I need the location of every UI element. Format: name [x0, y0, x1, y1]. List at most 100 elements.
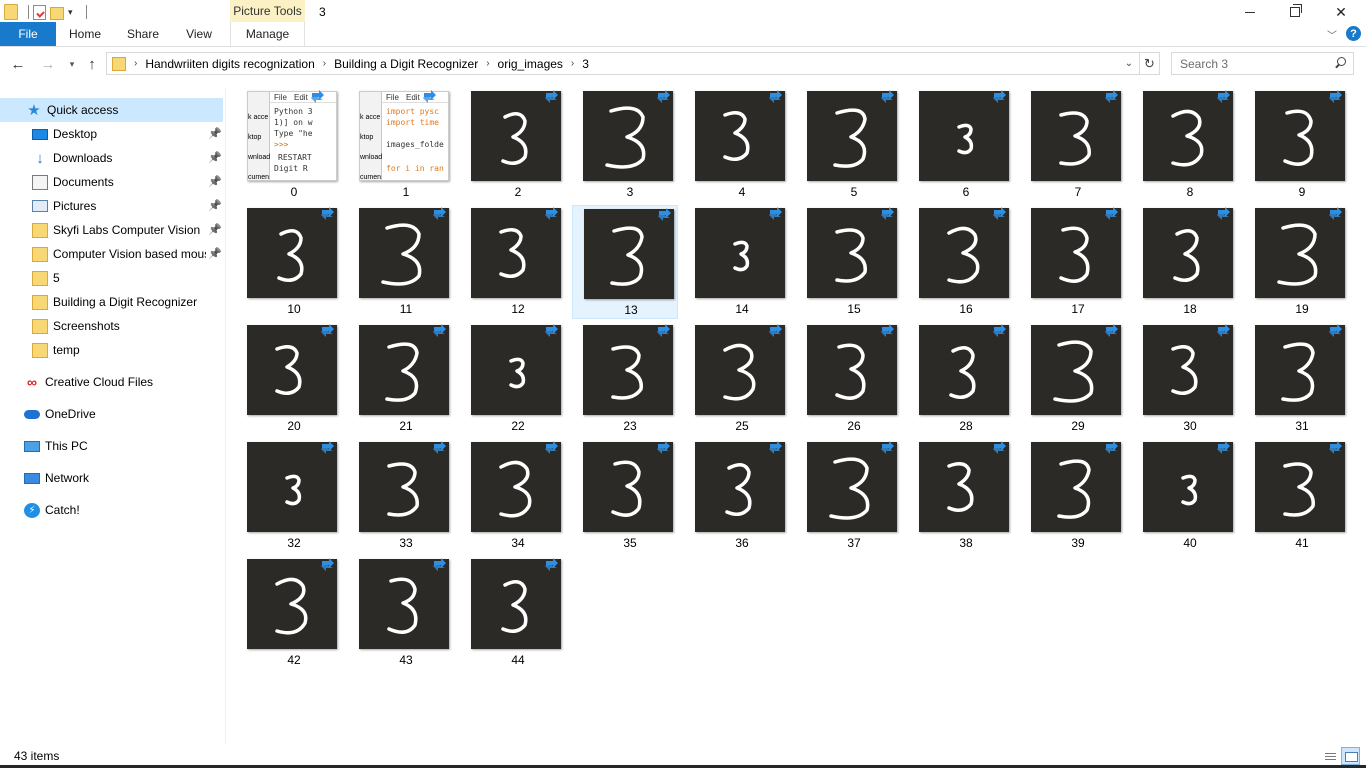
- file-item[interactable]: 13: [572, 205, 678, 319]
- sidebar-item-computer-vision-based-mous[interactable]: Computer Vision based mous 📌: [0, 242, 224, 266]
- breadcrumb-item[interactable]: Handwriiten digits recognization: [145, 57, 314, 71]
- breadcrumb-item[interactable]: 3: [582, 57, 589, 71]
- pin-icon[interactable]: 📌: [208, 247, 222, 261]
- file-item[interactable]: 34: [460, 439, 566, 553]
- breadcrumb-chevron-icon[interactable]: ›: [486, 58, 489, 69]
- file-item[interactable]: 5: [796, 88, 902, 202]
- breadcrumb-chevron-icon[interactable]: ›: [571, 58, 574, 69]
- sidebar-item-network[interactable]: Network: [0, 466, 224, 490]
- help-icon[interactable]: ?: [1346, 26, 1361, 41]
- properties-icon[interactable]: [33, 4, 46, 20]
- recent-locations-button[interactable]: ▾: [62, 54, 82, 74]
- refresh-button[interactable]: ↻: [1140, 52, 1160, 75]
- back-button[interactable]: ←: [8, 54, 28, 74]
- close-button[interactable]: ✕: [1318, 0, 1364, 24]
- sync-status-icon: [769, 324, 782, 337]
- folder-icon[interactable]: [4, 4, 18, 20]
- sidebar-item-downloads[interactable]: ↓ Downloads 📌: [0, 146, 224, 170]
- file-item[interactable]: 12: [460, 205, 566, 319]
- search-input[interactable]: Search 3: [1171, 52, 1354, 75]
- file-item[interactable]: 15: [796, 205, 902, 319]
- sidebar-item-temp[interactable]: temp: [0, 338, 224, 362]
- sidebar-item-screenshots[interactable]: Screenshots: [0, 314, 224, 338]
- file-item[interactable]: 32: [236, 439, 342, 553]
- file-item[interactable]: 9: [1244, 88, 1350, 202]
- file-item[interactable]: 29: [1020, 322, 1126, 436]
- file-item[interactable]: 42: [236, 556, 342, 670]
- pin-icon[interactable]: 📌: [208, 199, 222, 213]
- pin-icon[interactable]: 📌: [208, 175, 222, 189]
- details-view-icon[interactable]: [1321, 748, 1338, 764]
- file-item[interactable]: 7: [1020, 88, 1126, 202]
- file-item[interactable]: 28: [908, 322, 1014, 436]
- breadcrumb-item[interactable]: Building a Digit Recognizer: [334, 57, 478, 71]
- sidebar-item-desktop[interactable]: Desktop 📌: [0, 122, 224, 146]
- expand-ribbon-chevron-icon[interactable]: ﹀: [1324, 26, 1340, 42]
- file-item[interactable]: 21: [348, 322, 454, 436]
- new-folder-icon[interactable]: [50, 6, 64, 20]
- file-item[interactable]: 26: [796, 322, 902, 436]
- restore-button[interactable]: [1272, 0, 1318, 24]
- breadcrumb-item[interactable]: orig_images: [498, 57, 563, 71]
- file-item[interactable]: 41: [1244, 439, 1350, 553]
- tab-home[interactable]: Home: [62, 22, 108, 46]
- sidebar-item-building-a-digit-recognizer[interactable]: Building a Digit Recognizer: [0, 290, 224, 314]
- file-item[interactable]: 17: [1020, 205, 1126, 319]
- file-item[interactable]: 25: [684, 322, 790, 436]
- file-item[interactable]: 11: [348, 205, 454, 319]
- file-item[interactable]: 36: [684, 439, 790, 553]
- sidebar-item-documents[interactable]: Documents 📌: [0, 170, 224, 194]
- file-item[interactable]: 22: [460, 322, 566, 436]
- pin-icon[interactable]: 📌: [208, 151, 222, 165]
- file-item[interactable]: k acce ktop wnload cumen File Edit import pysc…: [348, 88, 454, 202]
- file-item[interactable]: 37: [796, 439, 902, 553]
- up-button[interactable]: ↑: [82, 54, 102, 74]
- file-item[interactable]: 23: [572, 322, 678, 436]
- large-icons-view-icon[interactable]: [1341, 747, 1360, 765]
- tab-manage[interactable]: Manage: [230, 22, 305, 46]
- file-item[interactable]: 4: [684, 88, 790, 202]
- breadcrumb-chevron-icon[interactable]: ›: [134, 58, 137, 69]
- toolbar-divider: [28, 5, 29, 19]
- tab-file[interactable]: File: [0, 22, 56, 46]
- file-item[interactable]: 40: [1132, 439, 1238, 553]
- file-item[interactable]: 35: [572, 439, 678, 553]
- file-item[interactable]: 6: [908, 88, 1014, 202]
- customize-toolbar-chevron-icon[interactable]: ▾: [68, 7, 76, 18]
- tab-share[interactable]: Share: [120, 22, 166, 46]
- breadcrumb-chevron-icon[interactable]: ›: [323, 58, 326, 69]
- file-item[interactable]: k acce ktop wnload cumen File Edit Python 3 1)]…: [236, 88, 342, 202]
- pin-icon[interactable]: 📌: [208, 127, 222, 141]
- file-item[interactable]: 20: [236, 322, 342, 436]
- sidebar-item-skyfi-labs-computer-vision[interactable]: Skyfi Labs Computer Vision 📌: [0, 218, 224, 242]
- sidebar-item-5[interactable]: 5: [0, 266, 224, 290]
- file-item[interactable]: 39: [1020, 439, 1126, 553]
- sidebar-item-pictures[interactable]: Pictures 📌: [0, 194, 224, 218]
- file-item[interactable]: 3: [572, 88, 678, 202]
- file-item[interactable]: 18: [1132, 205, 1238, 319]
- file-item[interactable]: 14: [684, 205, 790, 319]
- file-item[interactable]: 16: [908, 205, 1014, 319]
- pin-icon[interactable]: 📌: [208, 223, 222, 237]
- forward-button[interactable]: →: [38, 54, 58, 74]
- sidebar-item-creative-cloud-files[interactable]: ∞ Creative Cloud Files: [0, 370, 224, 394]
- address-bar[interactable]: › Handwriiten digits recognization › Bui…: [106, 52, 1140, 75]
- search-icon[interactable]: [1334, 57, 1347, 70]
- address-history-chevron-icon[interactable]: ⌄: [1121, 55, 1137, 72]
- file-item[interactable]: 30: [1132, 322, 1238, 436]
- tab-view[interactable]: View: [178, 22, 220, 46]
- sidebar-item-onedrive[interactable]: OneDrive: [0, 402, 224, 426]
- minimize-button[interactable]: [1227, 0, 1273, 24]
- file-item[interactable]: 31: [1244, 322, 1350, 436]
- file-item[interactable]: 43: [348, 556, 454, 670]
- sidebar-item-this-pc[interactable]: This PC: [0, 434, 224, 458]
- file-item[interactable]: 44: [460, 556, 566, 670]
- file-item[interactable]: 19: [1244, 205, 1350, 319]
- file-item[interactable]: 2: [460, 88, 566, 202]
- file-item[interactable]: 33: [348, 439, 454, 553]
- file-item[interactable]: 8: [1132, 88, 1238, 202]
- sidebar-item-catch[interactable]: ⚡ Catch!: [0, 498, 224, 522]
- sidebar-item-quick-access[interactable]: ★ Quick access: [0, 98, 223, 122]
- file-item[interactable]: 38: [908, 439, 1014, 553]
- file-item[interactable]: 10: [236, 205, 342, 319]
